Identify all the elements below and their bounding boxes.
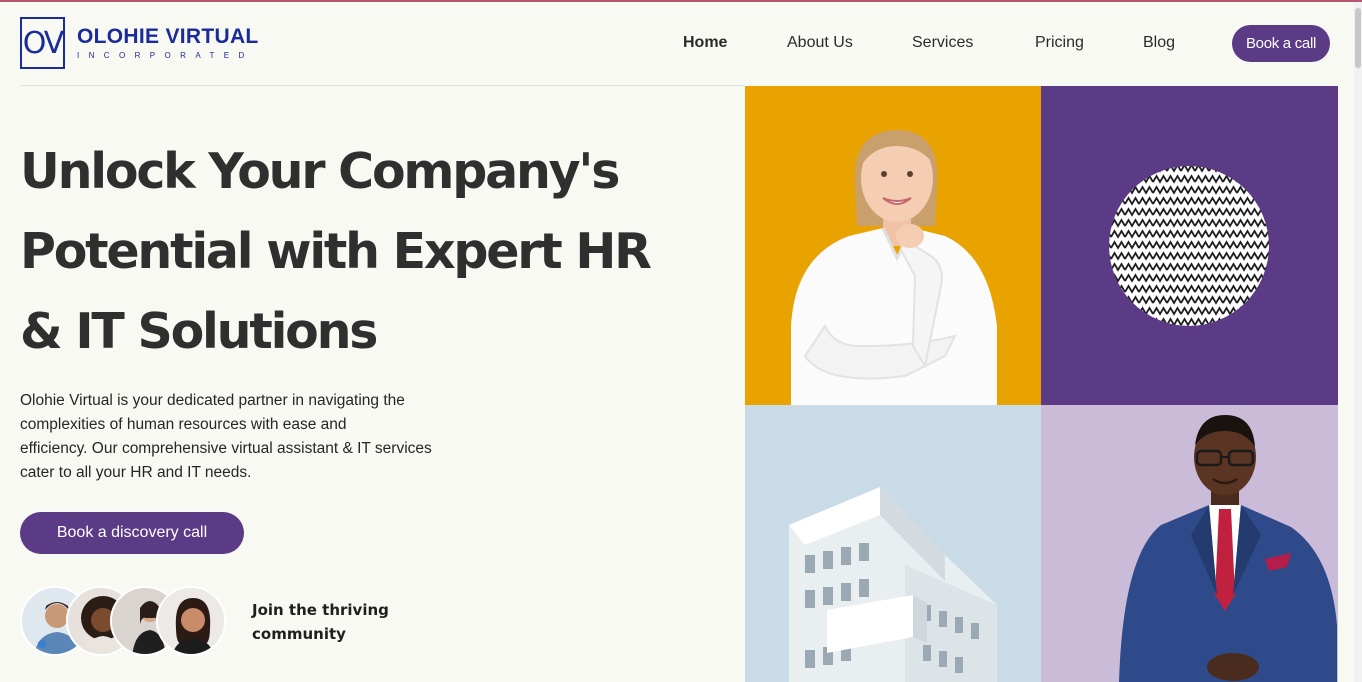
site-header: OV OLOHIE VIRTUAL INCORPORATED Home Abou… — [0, 2, 1354, 86]
hero-description-line: cater to all your HR and IT needs. — [20, 464, 252, 481]
community-line: community — [252, 625, 346, 643]
vertical-scrollbar[interactable] — [1354, 2, 1362, 682]
man-in-suit-photo — [1041, 405, 1338, 682]
logo-text: OLOHIE VIRTUAL INCORPORATED — [77, 25, 259, 61]
smiling-woman-photo — [745, 86, 1041, 405]
nav-blog[interactable]: Blog — [1143, 34, 1175, 52]
logo-monogram: OV — [20, 17, 65, 69]
hero-image-grid — [745, 86, 1338, 682]
hero-title: Unlock Your Company's Potential with Exp… — [20, 132, 720, 372]
community-text: Join the thriving community — [252, 598, 412, 646]
hero-title-line: Potential with Expert HR — [20, 223, 652, 280]
brand-logo[interactable]: OV OLOHIE VIRTUAL INCORPORATED — [20, 17, 259, 69]
brand-tagline: INCORPORATED — [77, 51, 254, 60]
nav-home[interactable]: Home — [683, 34, 727, 52]
white-building-photo — [745, 405, 1041, 682]
community-line: Join the thriving — [252, 601, 389, 619]
hero-title-line: Unlock Your Company's — [20, 143, 620, 200]
scrollbar-thumb[interactable] — [1355, 8, 1361, 68]
header-divider — [20, 85, 745, 86]
community-avatars — [20, 586, 230, 658]
avatar — [156, 586, 226, 656]
nav-services[interactable]: Services — [912, 34, 973, 52]
nav-about-us[interactable]: About Us — [787, 34, 853, 52]
book-discovery-call-button[interactable]: Book a discovery call — [20, 512, 244, 554]
hero-title-line: & IT Solutions — [20, 303, 378, 360]
hero-description-line: Olohie Virtual is your dedicated partner… — [20, 392, 405, 409]
zigzag-pattern-circle — [1041, 86, 1338, 405]
book-a-call-button[interactable]: Book a call — [1232, 25, 1330, 62]
hero-description-line: efficiency. Our comprehensive virtual as… — [20, 440, 432, 457]
hero-description: Olohie Virtual is your dedicated partner… — [20, 389, 480, 485]
hero-description-line: complexities of human resources with eas… — [20, 416, 347, 433]
brand-name: OLOHIE VIRTUAL — [77, 25, 259, 48]
nav-pricing[interactable]: Pricing — [1035, 34, 1084, 52]
